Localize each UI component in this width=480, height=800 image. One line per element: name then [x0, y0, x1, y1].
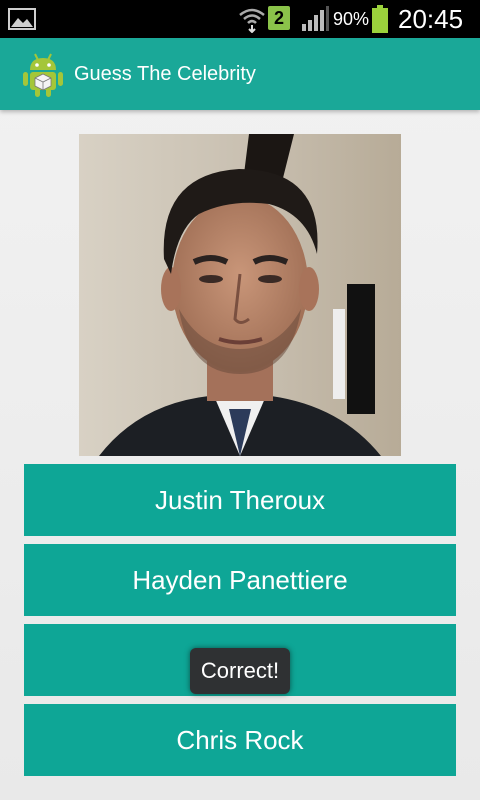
- correct-toast: Correct!: [190, 648, 290, 694]
- answer-button-1[interactable]: Justin Theroux: [24, 464, 456, 536]
- gallery-notification-icon: [8, 8, 36, 30]
- clock: 20:45: [398, 4, 464, 34]
- signal-strength-icon: [302, 6, 329, 31]
- wifi-icon: [239, 8, 265, 33]
- app-bar: Guess The Celebrity: [0, 38, 480, 110]
- answer-button-4[interactable]: Chris Rock: [24, 704, 456, 776]
- celebrity-photo: [79, 134, 401, 456]
- app-title: Guess The Celebrity: [74, 63, 256, 85]
- status-bar: 2 90% 20:45: [0, 0, 480, 38]
- celebrity-photo-image: [79, 134, 401, 456]
- battery-percent: 90%: [333, 9, 370, 29]
- answer-button-2[interactable]: Hayden Panettiere: [24, 544, 456, 616]
- notification-count-badge: 2: [268, 6, 290, 30]
- battery-icon: [372, 5, 388, 33]
- android-robot-icon: [23, 53, 63, 97]
